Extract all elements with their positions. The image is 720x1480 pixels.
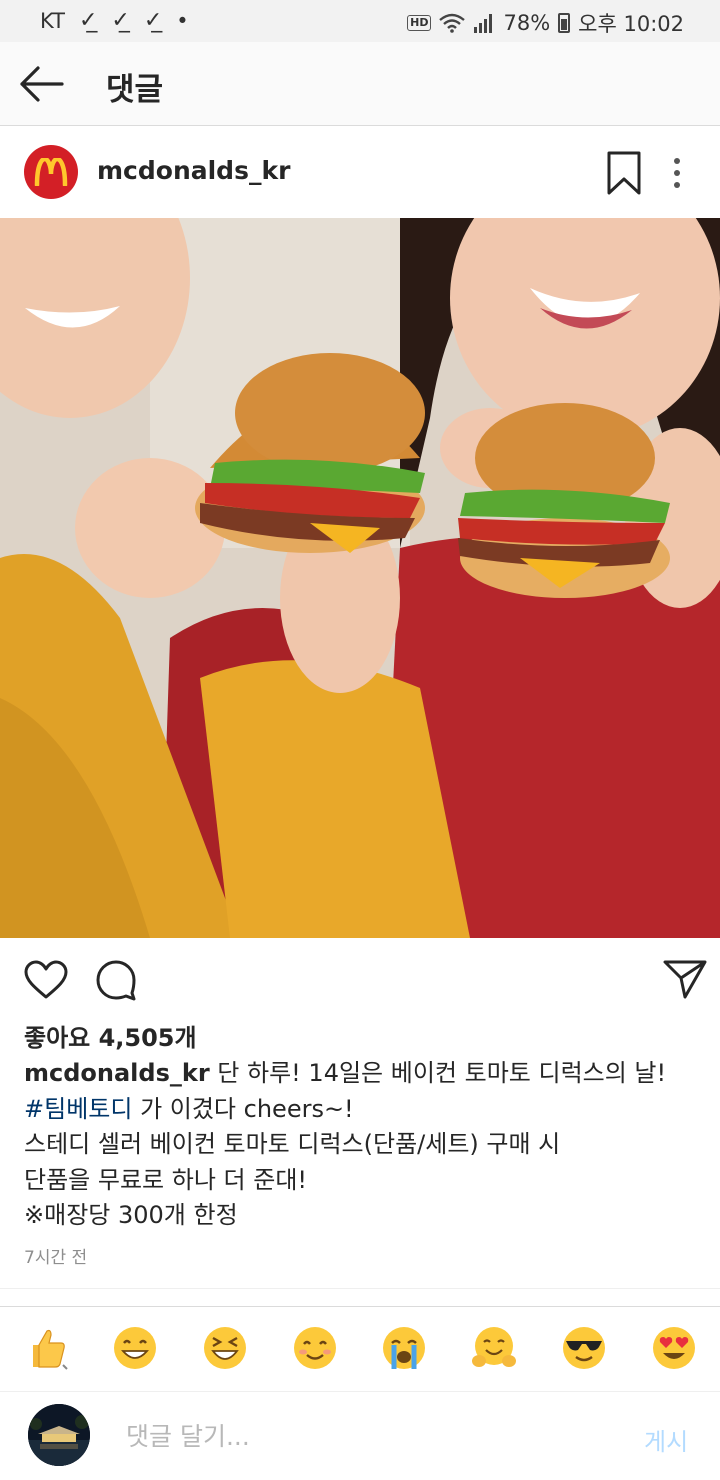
post-header: mcdonalds_kr [0,127,720,217]
download-done-icon: ✓̲ [143,8,163,33]
post-timestamp: 7시간 전 [24,1248,88,1268]
share-icon[interactable] [663,959,707,999]
comment-input[interactable] [126,1418,606,1454]
likes-count[interactable]: 좋아요 4,505개 [24,1018,197,1053]
post-comment-button[interactable]: 게시 [644,1422,688,1457]
caption-username[interactable]: mcdonalds_kr [24,1059,210,1087]
post-actions [0,940,720,1020]
caption-line-1: 단 하루! 14일은 베이컨 토마토 디럭스의 날! [209,1059,667,1087]
burger-photo [0,218,720,938]
clock: 오후 10:02 [578,12,684,36]
thumbs-up-emoji-icon[interactable] [23,1325,69,1371]
more-options-icon[interactable] [664,155,690,191]
hugging-emoji-icon[interactable] [471,1325,517,1371]
my-avatar [28,1404,90,1466]
sunglasses-emoji-icon[interactable] [561,1325,607,1371]
caption-hashtag[interactable]: #팀베토디 [24,1095,132,1123]
header: 댓글 [0,42,720,126]
heart-icon[interactable] [24,960,68,1000]
mcdonalds-logo-avatar[interactable] [24,145,78,199]
post-username[interactable]: mcdonalds_kr [97,156,290,185]
battery-percent: 78% [503,11,551,35]
carrier-label: KT [40,8,65,33]
bookmark-icon[interactable] [606,151,642,195]
crying-emoji-icon[interactable] [381,1325,427,1371]
night-palace-photo [28,1404,90,1466]
grinning-emoji-icon[interactable] [112,1325,158,1371]
heart-eyes-emoji-icon[interactable] [651,1325,697,1371]
caption-line-5: ※매장당 300개 한정 [24,1201,238,1229]
download-done-icon: ✓̲ [111,8,130,33]
download-done-icon: ✓̲ [78,8,98,33]
post-caption: mcdonalds_kr 단 하루! 14일은 베이컨 토마토 디럭스의 날! … [24,1056,704,1234]
caption-line-4: 단품을 무료로 하나 더 준대! [24,1165,308,1194]
signal-icon [474,14,493,33]
divider [0,1288,720,1289]
page-title: 댓글 [106,72,164,108]
comment-icon[interactable] [95,959,137,1001]
hd-badge: HD [407,15,432,31]
battery-icon [558,13,571,33]
back-arrow-icon[interactable] [18,62,64,106]
comment-composer: 게시 [0,1392,720,1480]
notification-dot: • [176,8,189,33]
status-bar: KT ✓̲ ✓̲ ✓̲ • HD 78% 오후 10:02 [0,0,720,42]
laughing-emoji-icon[interactable] [202,1325,248,1371]
caption-line-3: 스테디 셀러 베이컨 토마토 디럭스(단품/세트) 구매 시 [24,1130,561,1158]
wifi-icon [439,13,466,33]
golden-arches-icon [34,158,68,186]
post-image[interactable] [0,218,720,938]
caption-line-2: 가 이겼다 cheers~! [132,1094,354,1123]
emoji-quick-bar [0,1307,720,1391]
smiling-emoji-icon[interactable] [292,1325,338,1371]
